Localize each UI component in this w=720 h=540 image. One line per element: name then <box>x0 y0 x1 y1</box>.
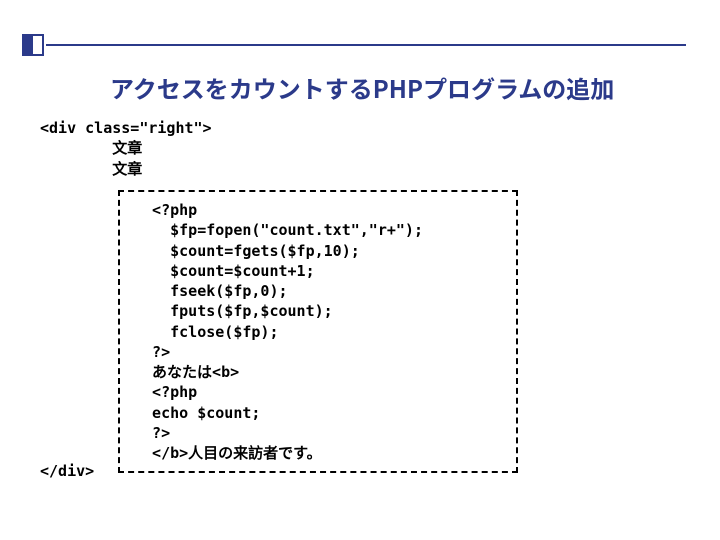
box-line-3: $count=fgets($fp,10); <box>134 242 360 260</box>
title-underline <box>46 44 686 46</box>
box-line-10: <?php <box>134 383 197 401</box>
slide-title: アクセスをカウントするPHPプログラムの追加 <box>110 70 614 105</box>
outer-line-1: <div class="right"> <box>40 119 212 137</box>
outer-line-3: 文章 <box>40 160 142 178</box>
box-line-5: fseek($fp,0); <box>134 282 288 300</box>
box-line-11: echo $count; <box>134 404 260 422</box>
box-line-4: $count=$count+1; <box>134 262 315 280</box>
title-bullet-fill <box>22 34 33 56</box>
outer-close: </div> <box>40 462 94 480</box>
box-line-7: fclose($fp); <box>134 323 279 341</box>
box-line-6: fputs($fp,$count); <box>134 302 333 320</box>
box-line-2: $fp=fopen("count.txt","r+"); <box>134 221 423 239</box>
outer-line-2: 文章 <box>40 139 142 157</box>
box-line-13: </b>人目の来訪者です。 <box>134 444 322 462</box>
box-line-1: <?php <box>134 201 197 219</box>
box-line-8: ?> <box>134 343 170 361</box>
php-code-box: <?php $fp=fopen("count.txt","r+"); $coun… <box>118 190 518 473</box>
box-line-12: ?> <box>134 424 170 442</box>
outer-code-block: <div class="right"> 文章 文章 <box>40 118 212 179</box>
box-line-9: あなたは<b> <box>134 363 239 381</box>
